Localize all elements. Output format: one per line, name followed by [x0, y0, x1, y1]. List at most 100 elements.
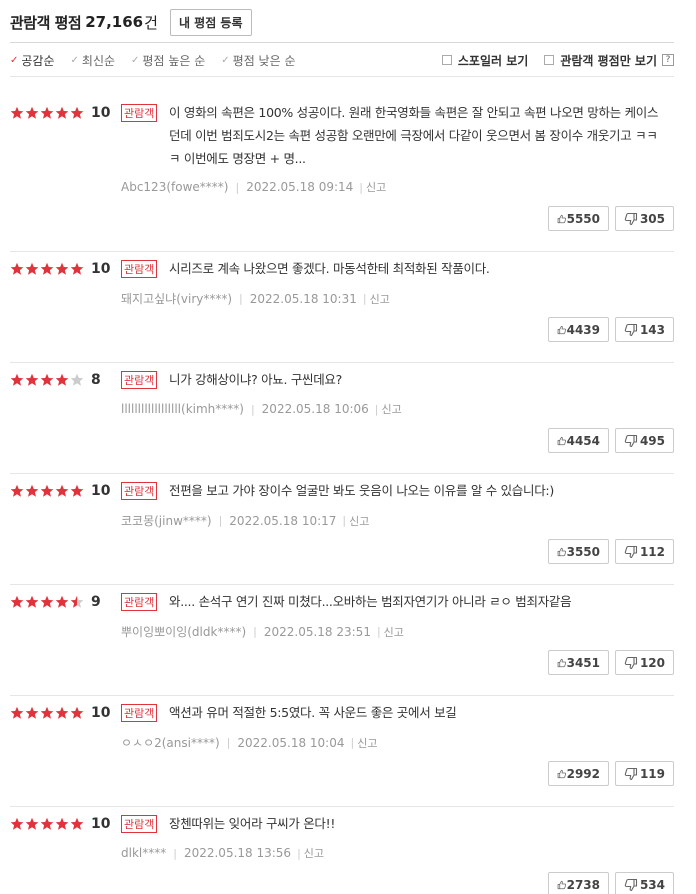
review-author[interactable]: Abc123(fowe****) — [121, 180, 228, 194]
thumbs-up-icon — [557, 769, 567, 778]
star-full-icon — [55, 595, 69, 608]
review-item: 10 관람객 액션과 유머 적절한 5:5였다. 꼭 사운드 좋은 곳에서 보길 ㅇㅅ… — [10, 704, 674, 807]
help-icon[interactable]: ? — [662, 54, 674, 66]
like-button[interactable]: 2738 — [548, 872, 609, 894]
star-full-icon — [25, 817, 39, 830]
review-text: 시리즈로 계속 나왔으면 좋겠다. 마동석한테 최적화된 작품이다. — [169, 261, 490, 276]
review-author[interactable]: llllllllllllllllll(kimh****) — [121, 402, 244, 416]
like-button[interactable]: 5550 — [548, 206, 609, 231]
report-link[interactable]: 신고 — [304, 845, 324, 861]
check-icon: ✓ — [70, 54, 79, 66]
review-author[interactable]: 돼지고싶냐(viry****) — [121, 290, 232, 307]
vote-buttons: 4439 143 — [542, 317, 674, 342]
report-link[interactable]: 신고 — [349, 513, 369, 529]
review-text: 전편을 보고 가야 장이수 얼굴만 봐도 웃음이 나오는 이유를 알 수 있습니… — [169, 483, 554, 498]
vote-buttons: 5550 305 — [542, 206, 674, 231]
vote-buttons: 2738 534 — [542, 872, 674, 894]
review-rating: 10 — [10, 815, 110, 833]
review-meta: 돼지고싶냐(viry****) | 2022.05.18 10:31 | 신고 — [121, 290, 390, 307]
thumbs-up-icon — [557, 436, 567, 445]
thumbs-down-icon — [624, 434, 638, 447]
spoiler-toggle[interactable]: 스포일러 보기 — [441, 52, 528, 69]
audience-only-toggle[interactable]: 관람객 평점만 보기 ? — [544, 52, 674, 69]
like-count: 4454 — [566, 433, 600, 448]
dislike-count: 534 — [639, 877, 665, 892]
like-button[interactable]: 3451 — [548, 650, 609, 675]
spoiler-checkbox[interactable] — [441, 55, 452, 65]
review-item: 8 관람객 니가 강해상이냐? 아뇨. 구씬데요? lllllllllllllllll… — [10, 371, 674, 474]
dislike-button[interactable]: 120 — [615, 650, 674, 675]
review-author[interactable]: 뿌이잉뽀이잉(dldk****) — [121, 623, 246, 640]
review-date: 2022.05.18 10:17 — [229, 513, 337, 528]
review-date: 2022.05.18 10:04 — [237, 735, 345, 750]
star-full-icon — [55, 262, 69, 275]
review-author[interactable]: dlkl**** — [121, 846, 166, 860]
separator: | — [342, 514, 347, 527]
star-full-icon — [10, 262, 24, 275]
star-rating — [10, 106, 85, 120]
review-rating: 10 — [10, 482, 110, 500]
separator: | — [218, 514, 223, 527]
review-text: 이 영화의 속편은 100% 성공이다. 원래 한국영화들 속편은 잘 안되고 … — [169, 105, 659, 166]
like-button[interactable]: 2992 — [548, 761, 609, 786]
sort-option[interactable]: ✓ 최신순 — [71, 52, 116, 69]
thumbs-down-icon — [624, 212, 638, 225]
star-rating — [10, 817, 85, 831]
review-text: 액션과 유머 적절한 5:5였다. 꼭 사운드 좋은 곳에서 보길 — [169, 705, 457, 720]
star-full-icon — [40, 706, 54, 719]
dislike-button[interactable]: 305 — [615, 206, 674, 231]
sort-option-label: 평점 낮은 순 — [232, 53, 296, 68]
star-full-icon — [55, 817, 69, 830]
dislike-button[interactable]: 534 — [615, 872, 674, 894]
like-count: 5550 — [566, 211, 600, 226]
star-full-icon — [25, 106, 39, 119]
star-full-icon — [10, 706, 24, 719]
review-author[interactable]: 코코몽(jinw****) — [121, 512, 212, 529]
review-rating: 10 — [10, 260, 110, 278]
star-full-icon — [25, 595, 39, 608]
report-link[interactable]: 신고 — [357, 735, 377, 751]
dislike-button[interactable]: 143 — [615, 317, 674, 342]
review-meta: 뿌이잉뽀이잉(dldk****) | 2022.05.18 23:51 | 신고 — [121, 623, 404, 640]
audience-badge: 관람객 — [121, 482, 158, 500]
vote-buttons: 2992 119 — [542, 761, 674, 786]
audience-badge: 관람객 — [121, 371, 158, 389]
like-count: 4439 — [566, 322, 600, 337]
separator: | — [297, 846, 301, 860]
sort-option[interactable]: ✓ 평점 낮은 순 — [221, 52, 295, 69]
dislike-button[interactable]: 495 — [615, 428, 674, 453]
dislike-button[interactable]: 112 — [615, 539, 674, 564]
report-link[interactable]: 신고 — [384, 624, 404, 640]
review-item: 10 관람객 장첸따위는 잊어라 구씨가 온다!! dlkl**** | 2022.05.… — [10, 815, 674, 894]
separator: | — [253, 625, 257, 638]
like-button[interactable]: 4454 — [548, 428, 609, 453]
separator: | — [359, 180, 364, 194]
dislike-count: 305 — [639, 211, 665, 226]
audience-badge: 관람객 — [121, 815, 158, 833]
sort-option[interactable]: ✓ 공감순 — [10, 52, 55, 69]
like-count: 2992 — [566, 766, 600, 781]
star-full-icon — [55, 106, 69, 119]
sort-option-label: 평점 높은 순 — [142, 53, 206, 68]
report-link[interactable]: 신고 — [382, 401, 402, 417]
report-link[interactable]: 신고 — [370, 291, 390, 307]
sort-option[interactable]: ✓ 평점 높은 순 — [131, 52, 205, 69]
star-full-icon — [70, 262, 84, 275]
review-author[interactable]: ㅇㅅㅇ2(ansi****) — [121, 734, 220, 751]
star-full-icon — [10, 484, 24, 497]
review-item: 10 관람객 이 영화의 속편은 100% 성공이다. 원래 한국영화들 속편은 잘… — [10, 104, 674, 252]
audience-badge: 관람객 — [121, 704, 158, 722]
thumbs-down-icon — [624, 656, 638, 669]
register-rating-button[interactable]: 내 평점 등록 — [169, 8, 252, 36]
like-button[interactable]: 3550 — [548, 539, 609, 564]
review-score: 10 — [91, 816, 111, 832]
dislike-button[interactable]: 119 — [615, 761, 674, 786]
vote-buttons: 3451 120 — [542, 650, 674, 675]
star-full-icon — [55, 484, 69, 497]
like-button[interactable]: 4439 — [548, 317, 609, 342]
review-score: 10 — [91, 261, 111, 277]
separator: | — [362, 292, 367, 305]
check-icon: ✓ — [10, 54, 19, 66]
audience-only-checkbox[interactable] — [544, 55, 555, 65]
report-link[interactable]: 신고 — [366, 179, 386, 195]
